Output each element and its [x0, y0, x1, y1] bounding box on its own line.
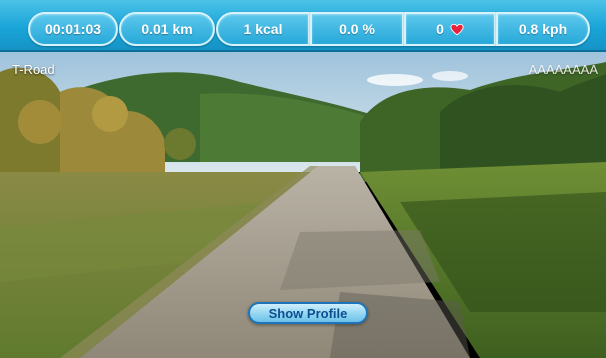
time-value: 00:01:03	[44, 21, 102, 37]
incline-value: 0.0 %	[339, 21, 375, 37]
calories-value: 1 kcal	[243, 21, 283, 37]
time-display: 00:01:03	[28, 12, 118, 46]
stats-bar: 00:01:03 0.01 km 1 kcal 0.0 % 0 0.8 kph	[0, 0, 606, 52]
distance-value: 0.01 km	[141, 21, 193, 37]
speed-value: 0.8 kph	[518, 21, 568, 37]
video-screen: 00:01:03 0.01 km 1 kcal 0.0 % 0 0.8 kph …	[0, 0, 606, 358]
route-code: AAAAAAAA	[528, 62, 598, 77]
incline-display: 0.0 %	[310, 12, 404, 46]
show-profile-button[interactable]: Show Profile	[248, 302, 368, 324]
distance-display: 0.01 km	[119, 12, 215, 46]
route-name: T-Road	[12, 62, 55, 77]
heart-icon	[450, 23, 464, 35]
calories-display: 1 kcal	[216, 12, 310, 46]
heart-rate-display: 0	[404, 12, 496, 46]
heart-rate-value: 0	[436, 21, 444, 37]
speed-display: 0.8 kph	[496, 12, 590, 46]
